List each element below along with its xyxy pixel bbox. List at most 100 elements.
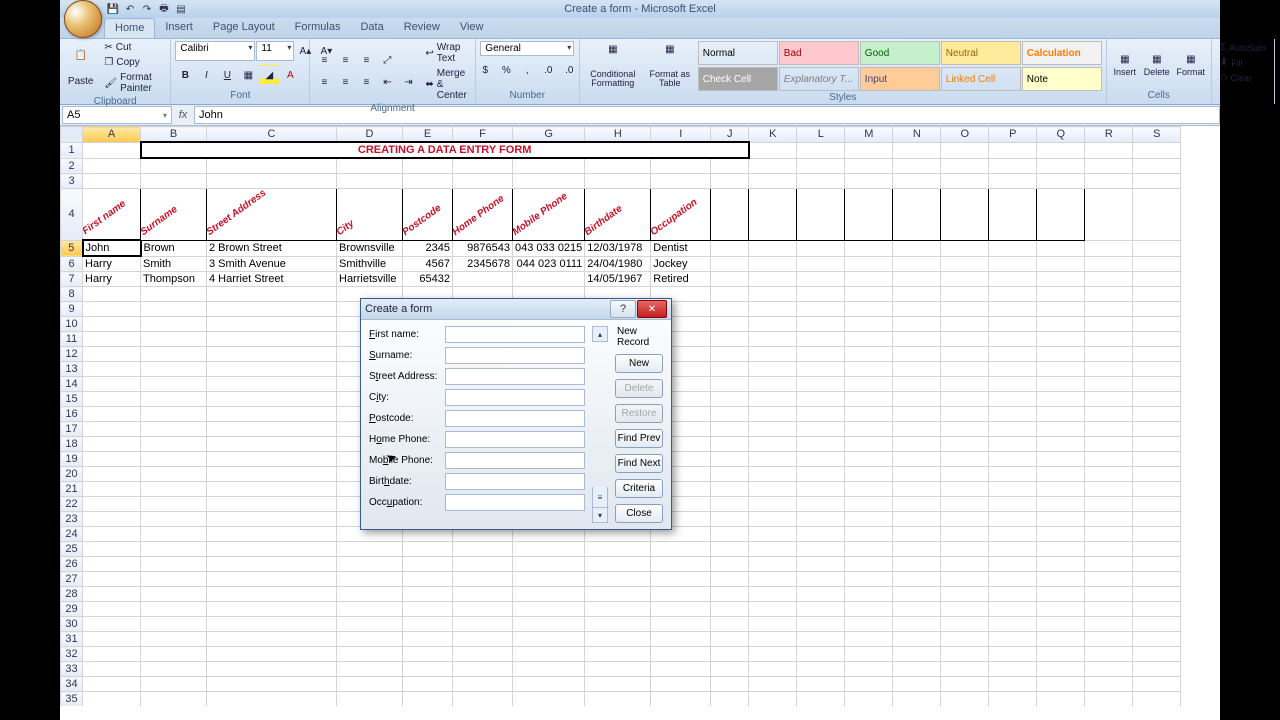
cell-K32[interactable] bbox=[749, 647, 797, 662]
col-header-S[interactable]: S bbox=[1133, 127, 1181, 143]
cell-L15[interactable] bbox=[797, 392, 845, 407]
style-neutral[interactable]: Neutral bbox=[941, 41, 1021, 65]
cell-A30[interactable] bbox=[83, 617, 141, 632]
cell-F35[interactable] bbox=[453, 692, 513, 707]
cell-C15[interactable] bbox=[207, 392, 337, 407]
cell-K9[interactable] bbox=[749, 302, 797, 317]
cell-S11[interactable] bbox=[1133, 332, 1181, 347]
cell-O13[interactable] bbox=[941, 362, 989, 377]
cell-Q31[interactable] bbox=[1037, 632, 1085, 647]
cell-I34[interactable] bbox=[651, 677, 711, 692]
cell-C30[interactable] bbox=[207, 617, 337, 632]
cell-J17[interactable] bbox=[711, 422, 749, 437]
input-surname[interactable] bbox=[445, 347, 585, 364]
cell-P25[interactable] bbox=[989, 542, 1037, 557]
cell-N21[interactable] bbox=[893, 482, 941, 497]
merge-center-button[interactable]: ⬌ Merge & Center bbox=[421, 67, 470, 102]
decrease-decimal-button[interactable]: .0 bbox=[559, 60, 579, 80]
row-header-28[interactable]: 28 bbox=[61, 587, 83, 602]
cell-K33[interactable] bbox=[749, 662, 797, 677]
cell-A19[interactable] bbox=[83, 452, 141, 467]
cell-M22[interactable] bbox=[845, 497, 893, 512]
cell-L31[interactable] bbox=[797, 632, 845, 647]
cell-M3[interactable] bbox=[845, 174, 893, 189]
cell-R26[interactable] bbox=[1085, 557, 1133, 572]
cell-B20[interactable] bbox=[141, 467, 207, 482]
cell-M2[interactable] bbox=[845, 158, 893, 174]
cell-Q18[interactable] bbox=[1037, 437, 1085, 452]
cell-C16[interactable] bbox=[207, 407, 337, 422]
cell-K16[interactable] bbox=[749, 407, 797, 422]
cell-L23[interactable] bbox=[797, 512, 845, 527]
cell-K8[interactable] bbox=[749, 287, 797, 302]
cell-O28[interactable] bbox=[941, 587, 989, 602]
cell-K2[interactable] bbox=[749, 158, 797, 174]
cell-S33[interactable] bbox=[1133, 662, 1181, 677]
cell-J16[interactable] bbox=[711, 407, 749, 422]
cell-R34[interactable] bbox=[1085, 677, 1133, 692]
cell-K13[interactable] bbox=[749, 362, 797, 377]
cell-A25[interactable] bbox=[83, 542, 141, 557]
cell-M34[interactable] bbox=[845, 677, 893, 692]
row-header-2[interactable]: 2 bbox=[61, 158, 83, 174]
cell-B9[interactable] bbox=[141, 302, 207, 317]
input-birthdate[interactable] bbox=[445, 473, 585, 490]
cell-I25[interactable] bbox=[651, 542, 711, 557]
qat-save-icon[interactable]: 💾 bbox=[106, 2, 120, 16]
cell-D27[interactable] bbox=[337, 572, 403, 587]
cell-O15[interactable] bbox=[941, 392, 989, 407]
cell-F5[interactable]: 9876543 bbox=[453, 240, 513, 256]
find-prev-button[interactable]: Find Prev bbox=[615, 429, 663, 448]
cell-M19[interactable] bbox=[845, 452, 893, 467]
cell-O23[interactable] bbox=[941, 512, 989, 527]
cell-R2[interactable] bbox=[1085, 158, 1133, 174]
cell-K27[interactable] bbox=[749, 572, 797, 587]
tab-data[interactable]: Data bbox=[350, 18, 393, 38]
col-header-Q[interactable]: Q bbox=[1037, 127, 1085, 143]
cell-P17[interactable] bbox=[989, 422, 1037, 437]
increase-indent-button[interactable]: ⇥ bbox=[398, 73, 418, 93]
cell-J7[interactable] bbox=[711, 272, 749, 287]
cell-M10[interactable] bbox=[845, 317, 893, 332]
cell-L35[interactable] bbox=[797, 692, 845, 707]
align-center-button[interactable]: ≡ bbox=[335, 73, 355, 93]
cell-I2[interactable] bbox=[651, 158, 711, 174]
cell-L33[interactable] bbox=[797, 662, 845, 677]
cell-O5[interactable] bbox=[941, 240, 989, 256]
cell-L24[interactable] bbox=[797, 527, 845, 542]
cut-button[interactable]: ✂ Cut bbox=[100, 41, 166, 54]
cell-P34[interactable] bbox=[989, 677, 1037, 692]
cell-Q7[interactable] bbox=[1037, 272, 1085, 287]
cell-F32[interactable] bbox=[453, 647, 513, 662]
cell-J33[interactable] bbox=[711, 662, 749, 677]
copy-button[interactable]: ❐ Copy bbox=[100, 56, 166, 69]
cell-S20[interactable] bbox=[1133, 467, 1181, 482]
cell-I5[interactable]: Dentist bbox=[651, 240, 711, 256]
cell-Q14[interactable] bbox=[1037, 377, 1085, 392]
cell-B3[interactable] bbox=[141, 174, 207, 189]
cell-K24[interactable] bbox=[749, 527, 797, 542]
cell-K18[interactable] bbox=[749, 437, 797, 452]
cell-K5[interactable] bbox=[749, 240, 797, 256]
format-as-table-button[interactable]: ▦Format as Table bbox=[645, 42, 695, 90]
cell-S22[interactable] bbox=[1133, 497, 1181, 512]
style-gallery[interactable]: Normal Bad Good Neutral Calculation Chec… bbox=[698, 41, 1102, 91]
cell-R6[interactable] bbox=[1085, 256, 1133, 272]
new-button[interactable]: New bbox=[615, 354, 663, 373]
decrease-indent-button[interactable]: ⇤ bbox=[377, 73, 397, 93]
cell-N35[interactable] bbox=[893, 692, 941, 707]
cell-Q28[interactable] bbox=[1037, 587, 1085, 602]
dialog-titlebar[interactable]: Create a form ? ✕ bbox=[361, 299, 671, 320]
cell-S7[interactable] bbox=[1133, 272, 1181, 287]
cell-Q12[interactable] bbox=[1037, 347, 1085, 362]
cell-O31[interactable] bbox=[941, 632, 989, 647]
col-header-J[interactable]: J bbox=[711, 127, 749, 143]
cell-K20[interactable] bbox=[749, 467, 797, 482]
cell-C29[interactable] bbox=[207, 602, 337, 617]
cell-R11[interactable] bbox=[1085, 332, 1133, 347]
cell-J23[interactable] bbox=[711, 512, 749, 527]
cell-F31[interactable] bbox=[453, 632, 513, 647]
cell-Q20[interactable] bbox=[1037, 467, 1085, 482]
cell-O24[interactable] bbox=[941, 527, 989, 542]
cell-A6[interactable]: Harry bbox=[83, 256, 141, 272]
